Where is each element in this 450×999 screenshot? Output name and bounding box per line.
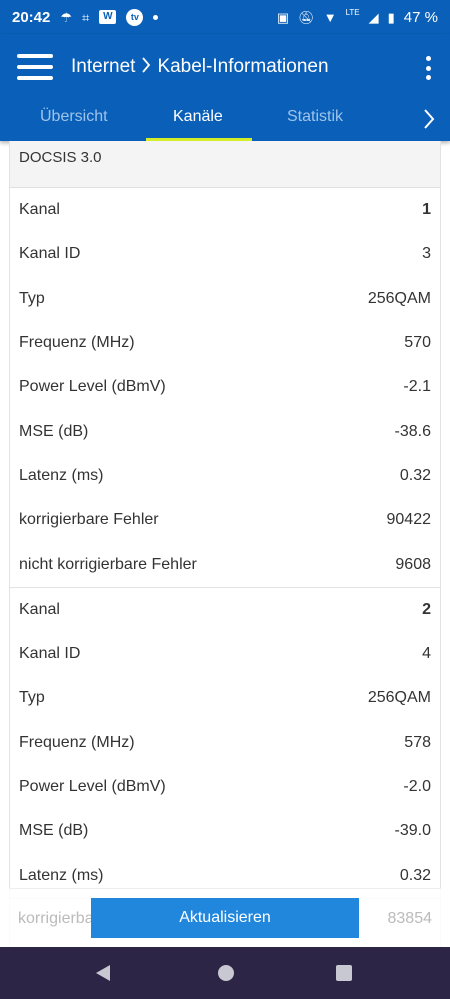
row-label: Latenz (ms) bbox=[19, 466, 104, 484]
hashtag-icon: ⌗ bbox=[82, 9, 90, 25]
cloud-rain-icon: ☂ bbox=[60, 9, 73, 25]
row-value: 0.32 bbox=[399, 466, 431, 484]
row-label: Kanal bbox=[19, 600, 60, 618]
table-row: korrigierbare Fehler 90422 bbox=[10, 498, 440, 542]
row-value: 3 bbox=[422, 245, 431, 263]
table-row: Typ 256QAM bbox=[10, 676, 440, 720]
recent-apps-icon[interactable] bbox=[336, 965, 352, 981]
battery-percent: 47 % bbox=[403, 8, 438, 26]
hamburger-menu-icon[interactable] bbox=[17, 54, 53, 80]
table-row: Power Level (dBmV) -2.1 bbox=[10, 365, 440, 409]
tab-uebersicht[interactable]: Übersicht bbox=[40, 108, 108, 126]
chevron-right-icon[interactable] bbox=[422, 108, 436, 130]
tv-app-icon: tv bbox=[126, 8, 144, 26]
status-time: 20:42 bbox=[12, 8, 51, 26]
row-value: 4 bbox=[422, 645, 431, 663]
table-row: Frequenz (MHz) 570 bbox=[10, 321, 440, 365]
channel-block: Kanal 2 Kanal ID 4 Typ 256QAM Frequenz (MHz… bbox=[10, 588, 440, 899]
table-row: Kanal ID 4 bbox=[10, 632, 440, 676]
table-row: nicht korrigierbare Fehler 9608 bbox=[10, 542, 440, 586]
row-value: 83854 bbox=[387, 909, 433, 927]
tab-kanaele[interactable]: Kanäle bbox=[173, 108, 223, 126]
back-icon[interactable] bbox=[96, 965, 110, 981]
app-bar: Internet Kabel-Informationen Übersicht K… bbox=[0, 34, 450, 141]
wifi-icon: ▼ bbox=[323, 9, 337, 25]
row-value: -39.0 bbox=[394, 822, 431, 840]
tab-statistik[interactable]: Statistik bbox=[287, 108, 343, 126]
table-row: Latenz (ms) 0.32 bbox=[10, 454, 440, 498]
row-label: Kanal ID bbox=[19, 645, 81, 663]
table-row: Kanal ID 3 bbox=[10, 232, 440, 276]
row-label: MSE (dB) bbox=[19, 422, 89, 440]
channel-block: Kanal 1 Kanal ID 3 Typ 256QAM Frequenz (MHz… bbox=[10, 188, 440, 588]
row-value: -2.0 bbox=[403, 778, 431, 795]
table-row: Power Level (dBmV) -2.0 bbox=[10, 765, 440, 809]
nfc-icon: ▣ bbox=[276, 9, 290, 25]
more-options-icon[interactable] bbox=[426, 56, 434, 80]
row-value: 90422 bbox=[386, 511, 432, 529]
channel-list[interactable]: DOCSIS 3.0 Kanal 1 Kanal ID 3 Typ 256QAM Fr… bbox=[9, 141, 441, 947]
table-row: Kanal 1 bbox=[10, 188, 440, 232]
row-label: Latenz (ms) bbox=[19, 866, 104, 884]
table-row: MSE (dB) -38.6 bbox=[10, 409, 440, 453]
status-bar: 20:42 ☂ ⌗ W tv ▣ 🔕︎ ▼ LTE ◢ ▮ 47 % bbox=[0, 0, 450, 34]
row-label: MSE (dB) bbox=[19, 822, 89, 840]
row-label: Kanal bbox=[19, 201, 60, 219]
w-app-icon: W bbox=[99, 10, 117, 24]
lte-label: LTE bbox=[345, 7, 360, 17]
breadcrumb-root[interactable]: Internet bbox=[71, 56, 135, 78]
row-label: Frequenz (MHz) bbox=[19, 733, 135, 751]
row-value: 256QAM bbox=[367, 289, 431, 307]
row-value: 2 bbox=[422, 600, 431, 618]
row-value: -2.1 bbox=[403, 378, 431, 396]
row-label: korrigierbare Fehler bbox=[19, 511, 159, 529]
table-row: Typ 256QAM bbox=[10, 277, 440, 321]
table-row: MSE (dB) -39.0 bbox=[10, 809, 440, 853]
table-row: Frequenz (MHz) 578 bbox=[10, 721, 440, 765]
system-nav-bar bbox=[0, 947, 450, 999]
tab-bar: Übersicht Kanäle Statistik bbox=[0, 106, 450, 141]
battery-icon: ▮ bbox=[387, 9, 395, 25]
row-label: Kanal ID bbox=[19, 245, 81, 263]
refresh-button[interactable]: Aktualisieren bbox=[91, 898, 359, 938]
row-label: nicht korrigierbare Fehler bbox=[19, 555, 197, 573]
row-label: Typ bbox=[19, 289, 45, 307]
chevron-right-icon bbox=[141, 56, 151, 78]
signal-icon: ◢ bbox=[368, 9, 379, 25]
table-row: Kanal 2 bbox=[10, 588, 440, 632]
breadcrumb: Internet Kabel-Informationen bbox=[71, 56, 329, 78]
bell-off-icon: 🔕︎ bbox=[298, 9, 315, 25]
row-value: 256QAM bbox=[367, 689, 431, 707]
row-value: 9608 bbox=[395, 555, 431, 573]
row-value: -38.6 bbox=[394, 422, 431, 440]
row-value: 1 bbox=[422, 201, 431, 219]
row-label: Power Level (dBmV) bbox=[19, 378, 166, 396]
dot-icon bbox=[153, 14, 159, 20]
row-value: 0.32 bbox=[399, 866, 431, 884]
page-title: Kabel-Informationen bbox=[157, 56, 329, 77]
row-label: Typ bbox=[19, 689, 45, 707]
home-icon[interactable] bbox=[218, 965, 234, 981]
row-label: Power Level (dBmV) bbox=[19, 778, 166, 795]
row-value: 570 bbox=[404, 334, 431, 352]
section-header: DOCSIS 3.0 bbox=[10, 141, 440, 188]
row-label: Frequenz (MHz) bbox=[19, 334, 135, 352]
row-value: 578 bbox=[404, 733, 431, 751]
